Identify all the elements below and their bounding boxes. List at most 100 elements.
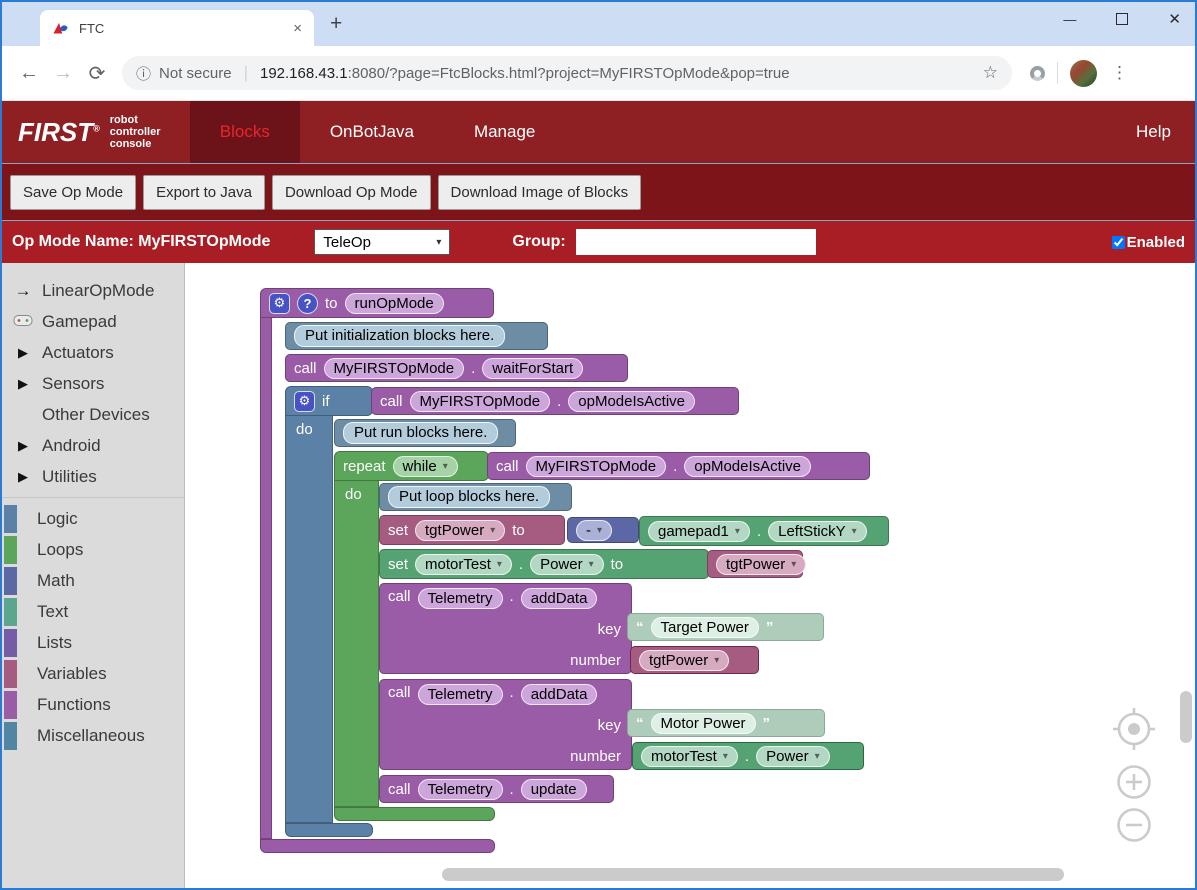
info-icon[interactable]: ⓘ — [136, 63, 151, 84]
toolbox-item-sensors[interactable]: ▶ Sensors — [2, 368, 184, 399]
save-opmode-button[interactable]: Save Op Mode — [10, 175, 136, 210]
text-motor-power-block[interactable]: “ Motor Power ” — [627, 709, 825, 737]
minimize-button[interactable]: — — [1063, 12, 1076, 27]
repeat-block-bottom[interactable] — [334, 807, 495, 821]
toolbox-category-loops[interactable]: Loops — [2, 534, 184, 565]
variable-dropdown[interactable]: tgtPower — [415, 520, 505, 541]
method-field[interactable]: update — [521, 779, 587, 800]
init-comment-block[interactable]: Put initialization blocks here. — [285, 322, 548, 350]
repeat-mode-dropdown[interactable]: while — [393, 456, 458, 477]
toolbox-item-android[interactable]: ▶ Android — [2, 430, 184, 461]
telemetry-update-block[interactable]: call Telemetry . update — [379, 775, 614, 803]
set-tgtpower-block[interactable]: set tgtPower to — [379, 515, 565, 545]
profile-avatar[interactable] — [1070, 60, 1097, 87]
if-block-header[interactable]: ⚙ if — [285, 386, 373, 416]
vertical-scrollbar[interactable] — [1180, 691, 1192, 743]
comment-field[interactable]: Put initialization blocks here. — [294, 325, 505, 347]
group-input[interactable] — [576, 229, 816, 255]
gear-icon[interactable]: ⚙ — [269, 293, 290, 314]
url-text[interactable]: 192.168.43.1:8080/?page=FtcBlocks.html?p… — [260, 65, 975, 82]
if-block-bottom[interactable] — [285, 823, 373, 837]
negate-block[interactable]: - — [567, 517, 639, 543]
toolbox-category-math[interactable]: Math — [2, 565, 184, 596]
toolbox-item-gamepad[interactable]: Gamepad — [2, 306, 184, 337]
get-tgtpower-block[interactable]: tgtPower — [707, 550, 803, 578]
method-field[interactable]: addData — [521, 588, 598, 609]
reload-icon[interactable]: ⟳ — [80, 61, 114, 86]
telemetry-adddata-block-1[interactable]: call Telemetry . addData key number — [379, 583, 632, 674]
class-field[interactable]: MyFIRSTOpMode — [526, 456, 667, 477]
motor-dropdown[interactable]: motorTest — [641, 746, 738, 767]
maximize-button[interactable] — [1116, 13, 1128, 25]
browser-menu-icon[interactable]: ⋮ — [1111, 63, 1128, 83]
bookmark-star-icon[interactable]: ☆ — [983, 63, 998, 83]
get-tgtpower-block-2[interactable]: tgtPower — [630, 646, 759, 674]
gamepad-dropdown[interactable]: gamepad1 — [648, 521, 750, 542]
class-field[interactable]: Telemetry — [418, 684, 503, 705]
telemetry-adddata-block-2[interactable]: call Telemetry . addData key number — [379, 679, 632, 770]
method-field[interactable]: opModeIsActive — [568, 391, 695, 412]
motor-dropdown[interactable]: motorTest — [415, 554, 512, 575]
toolbox-item-actuators[interactable]: ▶ Actuators — [2, 337, 184, 368]
repeat-block-header[interactable]: repeat while — [334, 451, 489, 481]
gamepad-leftsticky-block[interactable]: gamepad1 . LeftStickY — [639, 516, 889, 546]
operator-dropdown[interactable]: - — [576, 520, 612, 541]
get-motor-power-block[interactable]: motorTest . Power — [632, 742, 864, 770]
back-icon[interactable]: ← — [12, 62, 46, 85]
property-dropdown[interactable]: Power — [530, 554, 604, 575]
call-waitforstart-block[interactable]: call MyFIRSTOpMode . waitForStart — [285, 354, 628, 382]
toolbox-category-logic[interactable]: Logic — [2, 503, 184, 534]
window-close-button[interactable]: ✕ — [1168, 10, 1181, 28]
nav-tab-onbotjava[interactable]: OnBotJava — [300, 101, 444, 163]
class-field[interactable]: Telemetry — [418, 779, 503, 800]
toolbox-category-lists[interactable]: Lists — [2, 627, 184, 658]
horizontal-scrollbar[interactable] — [442, 868, 1064, 881]
variable-dropdown[interactable]: tgtPower — [639, 650, 729, 671]
new-tab-button[interactable]: + — [330, 14, 342, 34]
download-opmode-button[interactable]: Download Op Mode — [272, 175, 431, 210]
variable-dropdown[interactable]: tgtPower — [716, 554, 806, 575]
export-java-button[interactable]: Export to Java — [143, 175, 265, 210]
class-field[interactable]: MyFIRSTOpMode — [324, 358, 465, 379]
toolbox-category-text[interactable]: Text — [2, 596, 184, 627]
procedure-name-field[interactable]: runOpMode — [345, 293, 444, 314]
call-opmodeisactive-block[interactable]: call MyFIRSTOpMode . opModeIsActive — [371, 387, 739, 415]
gear-icon[interactable]: ⚙ — [294, 391, 315, 412]
toolbox-category-miscellaneous[interactable]: Miscellaneous — [2, 720, 184, 751]
flavor-select[interactable]: TeleOp ▾ — [314, 229, 450, 255]
text-target-power-block[interactable]: “ Target Power ” — [627, 613, 824, 641]
set-motor-power-block[interactable]: set motorTest . Power to — [379, 549, 709, 579]
toolbox-category-functions[interactable]: Functions — [2, 689, 184, 720]
class-field[interactable]: MyFIRSTOpMode — [410, 391, 551, 412]
run-comment-block[interactable]: Put run blocks here. — [334, 419, 516, 447]
toolbox-category-variables[interactable]: Variables — [2, 658, 184, 689]
class-field[interactable]: Telemetry — [418, 588, 503, 609]
text-field[interactable]: Motor Power — [651, 713, 756, 734]
zoom-controls[interactable] — [1099, 701, 1171, 861]
call-opmodeisactive-block-2[interactable]: call MyFIRSTOpMode . opModeIsActive — [487, 452, 870, 480]
repeat-block-spine[interactable]: do — [334, 481, 379, 807]
address-bar[interactable]: ⓘ Not secure | 192.168.43.1:8080/?page=F… — [122, 56, 1012, 90]
loop-comment-block[interactable]: Put loop blocks here. — [379, 483, 572, 511]
property-dropdown[interactable]: Power — [756, 746, 830, 767]
runopmode-block-header[interactable]: ⚙ ? to runOpMode — [260, 288, 494, 318]
text-field[interactable]: Target Power — [651, 617, 759, 638]
property-dropdown[interactable]: LeftStickY — [768, 521, 867, 542]
method-field[interactable]: opModeIsActive — [684, 456, 811, 477]
if-block-spine[interactable]: do — [285, 416, 333, 823]
method-field[interactable]: addData — [521, 684, 598, 705]
blockly-workspace[interactable]: ⚙ ? to runOpMode Put initialization bloc… — [185, 263, 1195, 890]
runopmode-block-spine[interactable] — [260, 318, 272, 839]
toolbox-item-linearopmode[interactable]: → LinearOpMode — [2, 275, 184, 306]
help-link[interactable]: Help — [1136, 122, 1171, 142]
extension-icon[interactable] — [1030, 66, 1045, 81]
comment-field[interactable]: Put loop blocks here. — [388, 486, 550, 508]
toolbox-item-other-devices[interactable]: Other Devices — [2, 399, 184, 430]
download-image-button[interactable]: Download Image of Blocks — [438, 175, 642, 210]
toolbox-item-utilities[interactable]: ▶ Utilities — [2, 461, 184, 492]
enabled-checkbox[interactable] — [1112, 236, 1125, 249]
nav-tab-manage[interactable]: Manage — [444, 101, 565, 163]
forward-icon[interactable]: → — [46, 62, 80, 85]
comment-field[interactable]: Put run blocks here. — [343, 422, 498, 444]
runopmode-block-bottom[interactable] — [260, 839, 495, 853]
